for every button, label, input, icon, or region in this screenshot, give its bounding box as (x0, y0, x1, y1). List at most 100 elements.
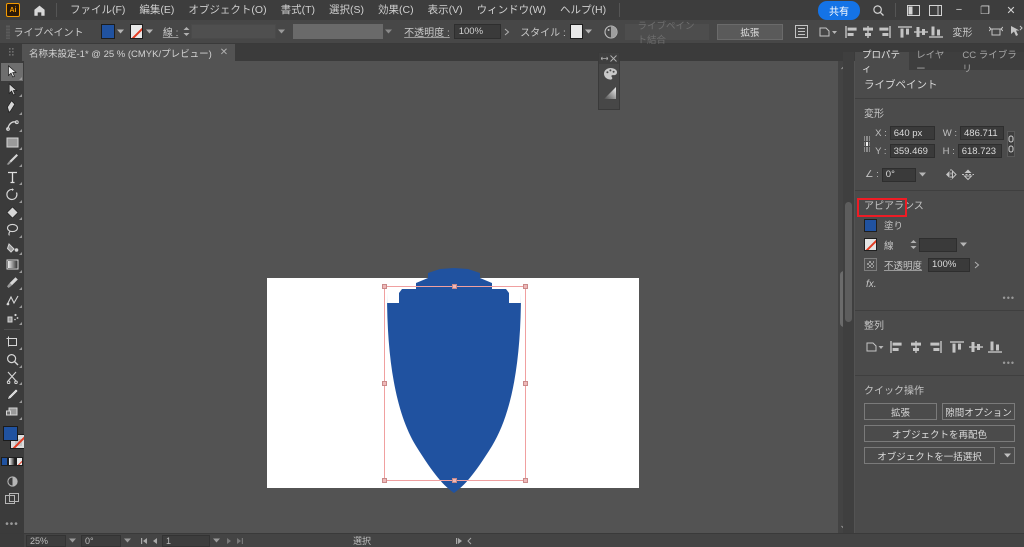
isolate-selection-icon[interactable] (988, 23, 1004, 41)
appearance-opacity-label[interactable]: 不透明度 (884, 258, 922, 272)
arrange-documents-icon[interactable] (924, 0, 946, 20)
reference-point-selector[interactable] (864, 136, 871, 152)
appearance-fx-button[interactable]: fx. (864, 277, 1015, 290)
panel-scrollbar-thumb[interactable] (845, 202, 852, 322)
lasso-tool[interactable] (1, 221, 23, 239)
stroke-profile-field[interactable] (293, 24, 383, 39)
artboard-number-field[interactable]: 1 (162, 534, 210, 547)
first-artboard-icon[interactable] (138, 535, 149, 547)
select-same-button[interactable]: オブジェクトを一括選択 (864, 447, 995, 464)
menu-type[interactable]: 書式(T) (274, 0, 322, 20)
handle-middle-right[interactable] (523, 381, 528, 386)
handle-bottom-right[interactable] (523, 478, 528, 483)
align-top-icon[interactable] (897, 23, 913, 41)
graphic-style-dropdown[interactable] (583, 24, 594, 39)
flip-horizontal-icon[interactable] (943, 166, 960, 183)
next-artboard-icon[interactable] (223, 535, 234, 547)
flip-vertical-icon[interactable] (960, 166, 977, 183)
pen-tool[interactable] (1, 98, 23, 116)
more-tools-button[interactable]: ••• (1, 515, 23, 533)
appearance-stroke-weight-field[interactable] (918, 237, 957, 252)
curvature-tool[interactable] (1, 116, 23, 134)
tab-properties[interactable]: プロパティ (855, 50, 910, 75)
align-center-horizontal-icon[interactable] (860, 23, 876, 41)
menu-effect[interactable]: 効果(C) (371, 0, 421, 20)
color-mode-gradient-icon[interactable] (8, 457, 16, 467)
document-tab[interactable]: 名称未設定-1* @ 25 % (CMYK/プレビュー) ✕ (22, 44, 236, 61)
align-top-icon[interactable] (948, 338, 965, 355)
fill-stroke-indicator[interactable] (0, 425, 25, 454)
merge-live-paint-button[interactable]: ライブペイント結合 (624, 21, 709, 46)
opacity-label[interactable]: 不透明度 : (404, 24, 450, 39)
color-mode-none-icon[interactable] (15, 457, 23, 467)
control-bar-grip[interactable] (6, 24, 10, 39)
opacity-flyout[interactable] (501, 24, 512, 39)
live-paint-bucket-tool[interactable] (1, 239, 23, 257)
appearance-opacity-row[interactable]: 不透明度 100% (864, 257, 1015, 272)
artboard-dropdown[interactable] (210, 535, 223, 547)
workspace-switcher-icon[interactable] (902, 0, 924, 20)
appearance-opacity-swatch[interactable] (864, 258, 877, 271)
align-center-horizontal-icon[interactable] (907, 338, 924, 355)
appearance-opacity-field[interactable]: 100% (928, 257, 971, 272)
x-field[interactable]: 640 px (889, 126, 935, 140)
color-mode-color-icon[interactable] (1, 457, 9, 467)
drawing-mode-icon[interactable] (1, 472, 23, 490)
last-artboard-icon[interactable] (234, 535, 245, 547)
handle-top-center[interactable] (452, 284, 457, 289)
zoom-tool[interactable] (1, 351, 23, 369)
symbol-sprayer-tool[interactable] (1, 309, 23, 327)
maximize-button[interactable]: ❐ (972, 0, 998, 20)
zoom-level-field[interactable]: 25% (26, 534, 66, 547)
collapse-icon[interactable] (600, 54, 609, 63)
appearance-stroke-stepper[interactable] (908, 237, 919, 252)
stroke-weight-dropdown[interactable] (276, 24, 287, 39)
document-setup-icon[interactable] (793, 23, 809, 41)
handle-top-right[interactable] (523, 284, 528, 289)
menu-file[interactable]: ファイル(F) (63, 0, 132, 20)
gradient-icon[interactable] (599, 83, 621, 102)
appearance-stroke-swatch[interactable] (864, 238, 877, 251)
status-flyout-icon[interactable] (453, 535, 464, 547)
home-icon[interactable] (28, 0, 50, 20)
artboard-tool[interactable] (1, 333, 23, 351)
stroke-weight-field[interactable] (191, 24, 276, 39)
align-bottom-icon[interactable] (986, 338, 1003, 355)
status-resize-icon[interactable] (464, 535, 475, 547)
align-left-icon[interactable] (844, 23, 860, 41)
rotation-dropdown[interactable] (121, 535, 134, 547)
minimize-button[interactable]: − (946, 0, 972, 20)
rectangle-tool[interactable] (1, 133, 23, 151)
zoom-level-dropdown[interactable] (66, 535, 79, 547)
color-palette-icon[interactable] (599, 64, 621, 83)
align-right-icon[interactable] (926, 338, 943, 355)
stroke-color-swatch[interactable] (129, 24, 144, 39)
appearance-stroke-dropdown[interactable] (957, 237, 970, 252)
handle-bottom-left[interactable] (382, 478, 387, 483)
gap-options-button[interactable]: 隙間オプション (942, 403, 1015, 420)
align-center-vertical-icon[interactable] (913, 23, 929, 41)
align-left-icon[interactable] (888, 338, 905, 355)
handle-bottom-center[interactable] (452, 478, 457, 483)
tab-layers[interactable]: レイヤー (909, 50, 955, 75)
angle-field[interactable]: 0° (881, 167, 916, 182)
screen-mode-icon[interactable] (1, 490, 23, 508)
selection-tool[interactable] (1, 63, 23, 81)
expand-quick-button[interactable]: 拡張 (864, 403, 937, 420)
menu-edit[interactable]: 編集(E) (132, 0, 181, 20)
blend-tool[interactable] (1, 291, 23, 309)
handle-top-left[interactable] (382, 284, 387, 289)
h-field[interactable]: 618.723 (957, 144, 1002, 158)
align-center-vertical-icon[interactable] (967, 338, 984, 355)
align-to-selection-icon[interactable] (864, 338, 886, 355)
appearance-more-options[interactable]: ••• (864, 293, 1015, 303)
menu-help[interactable]: ヘルプ(H) (553, 0, 613, 20)
align-more-options[interactable]: ••• (864, 358, 1015, 368)
stroke-weight-label[interactable]: 線 : (163, 24, 179, 39)
search-icon[interactable] (867, 0, 889, 20)
type-tool[interactable] (1, 168, 23, 186)
appearance-stroke-row[interactable]: 線 (864, 237, 1015, 252)
canvas-area[interactable] (24, 61, 850, 533)
appearance-fill-swatch[interactable] (864, 218, 877, 232)
stroke-swatch-dropdown[interactable] (143, 24, 154, 39)
